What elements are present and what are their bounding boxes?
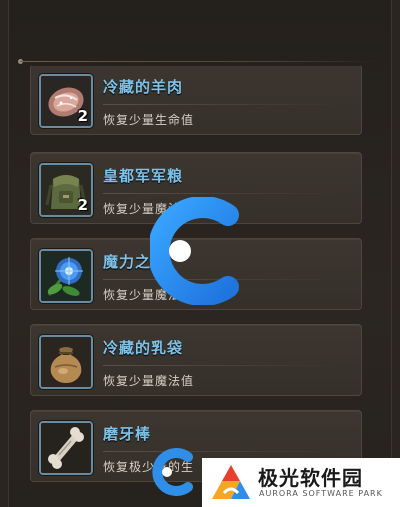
item-name: 冷藏的羊肉 bbox=[103, 78, 184, 96]
item-divider bbox=[103, 193, 343, 194]
item-name: 冷藏的乳袋 bbox=[103, 339, 184, 357]
blue-flower-icon bbox=[39, 249, 93, 303]
item-divider bbox=[103, 451, 343, 452]
watermark-c-logo-icon bbox=[150, 197, 239, 305]
bone-icon bbox=[39, 421, 93, 475]
meat-icon: 2 bbox=[39, 74, 93, 128]
item-divider bbox=[103, 365, 343, 366]
aurora-logo-icon bbox=[212, 465, 250, 499]
item-divider bbox=[103, 104, 343, 105]
watermark-c-small-icon bbox=[152, 448, 193, 496]
backpack-icon: 2 bbox=[39, 163, 93, 217]
sack-icon bbox=[39, 335, 93, 389]
item-name: 磨牙棒 bbox=[103, 425, 152, 443]
watermark-logo: 极光软件园 AURORA SOFTWARE PARK bbox=[202, 458, 400, 507]
panel-top-divider bbox=[20, 61, 380, 62]
list-item[interactable]: 2 冷藏的羊肉 恢复少量生命值 bbox=[30, 66, 362, 135]
item-name: 皇都军军粮 bbox=[103, 167, 184, 185]
watermark-subtitle: AURORA SOFTWARE PARK bbox=[259, 489, 383, 498]
item-description: 恢复少量生命值 bbox=[103, 113, 195, 127]
watermark-title: 极光软件园 bbox=[258, 466, 363, 490]
item-name: 魔力之 bbox=[103, 253, 152, 271]
list-item[interactable]: 冷藏的乳袋 恢复少量魔法值 bbox=[30, 324, 362, 396]
item-description: 恢复少量魔法值 bbox=[103, 374, 195, 388]
item-quantity: 2 bbox=[77, 196, 88, 214]
item-quantity: 2 bbox=[77, 107, 88, 125]
